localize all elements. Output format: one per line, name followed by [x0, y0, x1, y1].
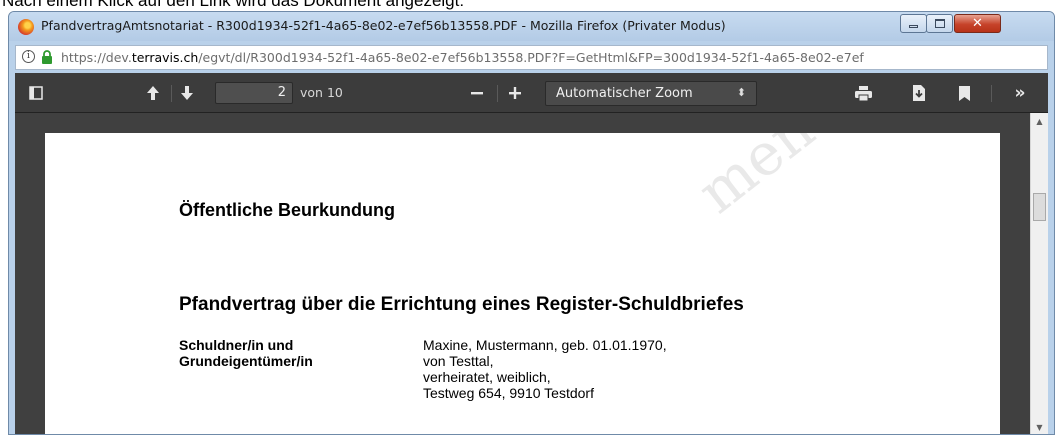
zoom-in-icon — [509, 87, 521, 99]
scrollbar-thumb[interactable] — [1033, 193, 1046, 221]
print-icon — [854, 85, 872, 101]
party-details-line: verheiratet, weiblich, — [423, 369, 551, 385]
party-details-line: von Testtal, — [423, 353, 494, 369]
select-arrow-icon: ⬍ — [736, 86, 746, 99]
zoom-out-icon — [471, 92, 483, 95]
title-bar[interactable]: PfandvertragAmtsnotariat - R300d1934-52f… — [9, 12, 1054, 41]
minimize-button[interactable] — [900, 14, 927, 33]
party-details: Maxine, Mustermann, geb. 01.01.1970, von… — [423, 337, 843, 401]
toolbar-separator — [991, 85, 992, 102]
vertical-scrollbar[interactable]: ▲ ▼ — [1030, 113, 1048, 434]
minimize-icon — [909, 25, 918, 28]
maximize-icon — [934, 19, 945, 28]
print-button[interactable] — [853, 83, 873, 103]
next-page-icon — [181, 86, 193, 100]
url-prefix: https://dev. — [61, 50, 132, 65]
window-title: PfandvertragAmtsnotariat - R300d1934-52f… — [41, 18, 726, 33]
download-button[interactable] — [909, 83, 929, 103]
bookmark-button[interactable] — [954, 83, 974, 103]
party-label-line: Grundeigentümer/in — [179, 353, 313, 369]
maximize-button[interactable] — [926, 14, 953, 33]
download-icon — [913, 85, 925, 101]
document-heading: Öffentliche Beurkundung — [179, 200, 395, 220]
close-icon: ✕ — [972, 16, 983, 31]
url-text[interactable]: https://dev.terravis.ch/egvt/dl/R300d193… — [61, 50, 1041, 65]
party-label-line: Schuldner/in und — [179, 337, 294, 353]
browser-window: PfandvertragAmtsnotariat - R300d1934-52f… — [8, 11, 1055, 435]
zoom-value: Automatischer Zoom — [556, 86, 693, 101]
toolbar-separator — [497, 85, 498, 102]
firefox-logo-icon — [18, 19, 34, 35]
watermark: ment — [685, 133, 846, 227]
document-subheading: Pfandvertrag über die Errichtung eines R… — [179, 294, 744, 315]
document-viewer[interactable]: ment Öffentliche Beurkundung Pfandvertra… — [15, 113, 1048, 434]
sidebar-toggle-button[interactable] — [27, 84, 45, 102]
tools-button[interactable]: » — [1009, 83, 1031, 103]
url-domain: terravis.ch — [131, 50, 199, 65]
bookmark-icon — [958, 85, 970, 101]
site-info-icon[interactable]: i — [22, 50, 35, 63]
party-details-line: Testweg 654, 9910 Testdorf — [423, 385, 594, 401]
page-number-input[interactable]: 2 — [215, 82, 293, 104]
zoom-in-button[interactable] — [505, 83, 525, 103]
zoom-out-button[interactable] — [467, 83, 487, 103]
sidebar-toggle-icon — [29, 86, 43, 100]
next-page-button[interactable] — [177, 83, 197, 103]
party-label: Schuldner/in und Grundeigentümer/in — [179, 337, 399, 369]
tools-icon: » — [1014, 83, 1026, 103]
page-caption: Nach einem Klick auf den Link wird das D… — [2, 0, 465, 10]
pdf-toolbar: 2 von 10 Automatischer Zoom ⬍ » — [15, 73, 1048, 113]
party-details-line: Maxine, Mustermann, geb. 01.01.1970, — [423, 337, 667, 353]
pdf-page: ment Öffentliche Beurkundung Pfandvertra… — [45, 133, 1000, 434]
toolbar-separator — [171, 85, 172, 102]
close-button[interactable]: ✕ — [954, 14, 1001, 33]
page-count: von 10 — [300, 85, 343, 100]
address-bar[interactable]: i https://dev.terravis.ch/egvt/dl/R300d1… — [15, 45, 1048, 70]
lock-icon[interactable] — [41, 50, 53, 65]
url-path: /egvt/dl/R300d1934-52f1-4a65-8e02-e7ef56… — [198, 50, 864, 65]
scroll-up-icon[interactable]: ▲ — [1031, 113, 1048, 130]
previous-page-button[interactable] — [143, 83, 163, 103]
scroll-down-icon[interactable]: ▼ — [1031, 419, 1048, 434]
zoom-select[interactable]: Automatischer Zoom ⬍ — [545, 81, 757, 106]
previous-page-icon — [147, 86, 159, 100]
